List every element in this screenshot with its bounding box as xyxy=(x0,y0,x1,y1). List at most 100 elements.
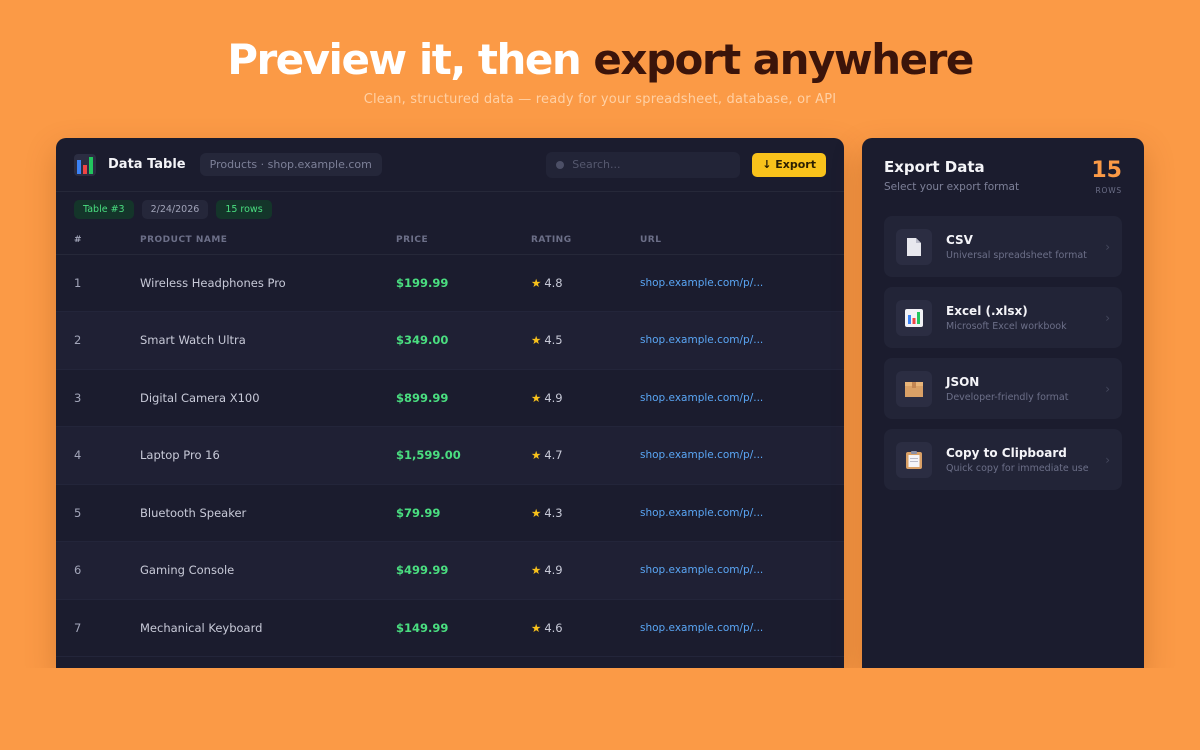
rating-value: 4.5 xyxy=(544,333,563,348)
rating-value: 4.7 xyxy=(544,448,563,463)
product-url[interactable]: shop.example.com/p/... xyxy=(640,599,844,657)
row-number: 2 xyxy=(56,311,140,370)
product-price: $149.99 xyxy=(396,599,531,657)
bar-chart-icon xyxy=(74,153,96,176)
column-header-price[interactable]: PRICE xyxy=(396,226,531,255)
row-count: 15 ROWS xyxy=(1091,158,1122,216)
row-number: 5 xyxy=(56,484,140,542)
export-option-clipboard[interactable]: Copy to Clipboard Quick copy for immedia… xyxy=(884,429,1122,490)
product-rating: ★ 4.8 xyxy=(531,254,640,312)
bar-chart-icon xyxy=(896,299,932,336)
chevron-right-icon: › xyxy=(1105,310,1110,325)
product-name: Digital Camera X100 xyxy=(140,369,396,427)
column-header-product-name[interactable]: PRODUCT NAME xyxy=(140,226,396,255)
export-option-json[interactable]: JSON Developer-friendly format › xyxy=(884,358,1122,419)
clipboard-icon xyxy=(896,441,932,478)
table-row[interactable]: 2 Smart Watch Ultra $349.00 ★ 4.5 shop.ex… xyxy=(56,311,844,370)
export-option-csv[interactable]: CSV Universal spreadsheet format › xyxy=(884,216,1122,277)
product-name: Laptop Pro 16 xyxy=(140,426,396,485)
star-icon: ★ xyxy=(531,505,542,520)
product-url[interactable]: shop.example.com/p/... xyxy=(640,369,844,427)
table-row[interactable]: 1 Wireless Headphones Pro $199.99 ★ 4.8 s… xyxy=(56,254,844,312)
product-price: $79.99 xyxy=(396,484,531,542)
rating-value: 4.6 xyxy=(544,620,563,635)
option-description: Developer-friendly format xyxy=(946,391,1069,403)
option-description: Quick copy for immediate use xyxy=(946,462,1089,474)
hero-title: Preview it, then export anywhere xyxy=(0,30,1200,90)
column-header-rating[interactable]: RATING xyxy=(531,226,640,255)
row-number: 4 xyxy=(56,426,140,485)
product-name: Mechanical Keyboard xyxy=(140,599,396,657)
product-url[interactable]: shop.example.com/p/... xyxy=(640,254,844,312)
data-table: # PRODUCT NAME PRICE RATING URL 1 Wirele… xyxy=(56,226,844,657)
rating-value: 4.9 xyxy=(544,390,563,405)
rating-value: 4.3 xyxy=(544,505,563,520)
product-name: Wireless Headphones Pro xyxy=(140,254,396,312)
product-price: $349.00 xyxy=(396,311,531,370)
product-rating: ★ 4.3 xyxy=(531,484,640,542)
file-icon xyxy=(896,228,932,265)
table-toolbar: Data Table Products · shop.example.com ↓… xyxy=(56,138,844,192)
product-price: $199.99 xyxy=(396,254,531,312)
option-description: Microsoft Excel workbook xyxy=(946,320,1067,332)
option-name: Copy to Clipboard xyxy=(946,445,1067,460)
star-icon: ★ xyxy=(531,620,542,635)
export-subtitle: Select your export format xyxy=(884,181,1020,193)
export-button[interactable]: ↓ Export xyxy=(752,152,826,177)
hero: Preview it, then export anywhere Clean, … xyxy=(0,30,1200,107)
export-heading: Export Data Select your export format xyxy=(884,158,1019,216)
table-row[interactable]: 5 Bluetooth Speaker $79.99 ★ 4.3 shop.exa… xyxy=(56,484,844,542)
package-icon xyxy=(896,370,932,407)
export-panel-header: Export Data Select your export format 15… xyxy=(862,138,1144,216)
product-price: $899.99 xyxy=(396,369,531,427)
hero-subtitle: Clean, structured data — ready for your … xyxy=(363,92,837,107)
table-row[interactable]: 7 Mechanical Keyboard $149.99 ★ 4.6 shop.… xyxy=(56,599,844,657)
row-count-badge: 15 rows xyxy=(216,200,272,219)
table-row[interactable]: 3 Digital Camera X100 $899.99 ★ 4.9 shop.… xyxy=(56,369,844,427)
star-icon: ★ xyxy=(531,275,542,290)
table-header-row: # PRODUCT NAME PRICE RATING URL xyxy=(56,226,844,255)
product-price: $1,599.00 xyxy=(396,426,531,485)
rating-value: 4.8 xyxy=(544,275,563,290)
option-name: JSON xyxy=(946,374,980,389)
data-table-panel: Data Table Products · shop.example.com ↓… xyxy=(56,138,844,668)
row-count-label: ROWS xyxy=(1095,186,1122,195)
export-panel: Export Data Select your export format 15… xyxy=(862,138,1144,668)
chevron-right-icon: › xyxy=(1105,381,1110,396)
table-badges: Table #3 2/24/2026 15 rows xyxy=(56,192,844,226)
date-badge: 2/24/2026 xyxy=(141,200,209,219)
search-icon xyxy=(556,160,565,169)
product-url[interactable]: shop.example.com/p/... xyxy=(640,541,844,600)
product-url[interactable]: shop.example.com/p/... xyxy=(640,311,844,370)
column-header-url[interactable]: URL xyxy=(640,226,844,255)
column-header-number[interactable]: # xyxy=(56,226,140,255)
option-name: CSV xyxy=(946,232,973,247)
product-name: Gaming Console xyxy=(140,541,396,600)
product-rating: ★ 4.9 xyxy=(531,541,640,600)
row-number: 1 xyxy=(56,254,140,312)
product-rating: ★ 4.5 xyxy=(531,311,640,370)
row-count-value: 15 xyxy=(1091,158,1122,183)
hero-title-accent: export anywhere xyxy=(593,35,974,84)
export-option-excel[interactable]: Excel (.xlsx) Microsoft Excel workbook › xyxy=(884,287,1122,348)
star-icon: ★ xyxy=(531,333,542,348)
star-icon: ★ xyxy=(531,390,542,405)
table-row[interactable]: 6 Gaming Console $499.99 ★ 4.9 shop.examp… xyxy=(56,541,844,600)
rating-value: 4.9 xyxy=(544,563,563,578)
product-url[interactable]: shop.example.com/p/... xyxy=(640,426,844,485)
bottom-band xyxy=(0,668,1200,750)
table-number-badge: Table #3 xyxy=(74,200,134,219)
product-rating: ★ 4.6 xyxy=(531,599,640,657)
export-title: Export Data xyxy=(884,158,985,176)
chevron-right-icon: › xyxy=(1105,452,1110,467)
product-name: Smart Watch Ultra xyxy=(140,311,396,370)
product-rating: ★ 4.9 xyxy=(531,369,640,427)
row-number: 7 xyxy=(56,599,140,657)
search-input[interactable] xyxy=(572,158,723,171)
star-icon: ★ xyxy=(531,563,542,578)
table-row[interactable]: 4 Laptop Pro 16 $1,599.00 ★ 4.7 shop.exam… xyxy=(56,426,844,485)
search-box[interactable] xyxy=(546,151,741,178)
product-rating: ★ 4.7 xyxy=(531,426,640,485)
product-url[interactable]: shop.example.com/p/... xyxy=(640,484,844,542)
row-number: 6 xyxy=(56,541,140,600)
